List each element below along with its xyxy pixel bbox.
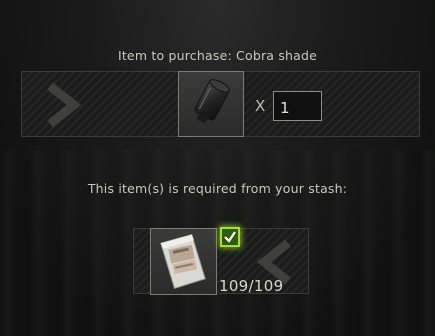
multiplier-symbol: X (255, 97, 266, 115)
ration-pack-icon (160, 234, 206, 289)
barter-purchase-dialog: Item to purchase: Cobra shade X 1 This i… (0, 0, 435, 336)
required-count: 109/109 (219, 277, 284, 295)
checkmark-icon (224, 231, 236, 243)
purchase-title: Item to purchase: Cobra shade (117, 48, 318, 63)
chevron-right-icon[interactable] (42, 80, 86, 130)
requirement-title: This item(s) is required from your stash… (87, 181, 348, 196)
purchase-item-slot[interactable] (178, 71, 244, 137)
cobra-shade-suppressor-icon (194, 79, 230, 124)
purchase-panel: X (21, 71, 420, 137)
quantity-input[interactable] (273, 91, 322, 121)
required-item-slot[interactable] (150, 228, 217, 295)
requirement-checkbox[interactable] (220, 227, 240, 247)
